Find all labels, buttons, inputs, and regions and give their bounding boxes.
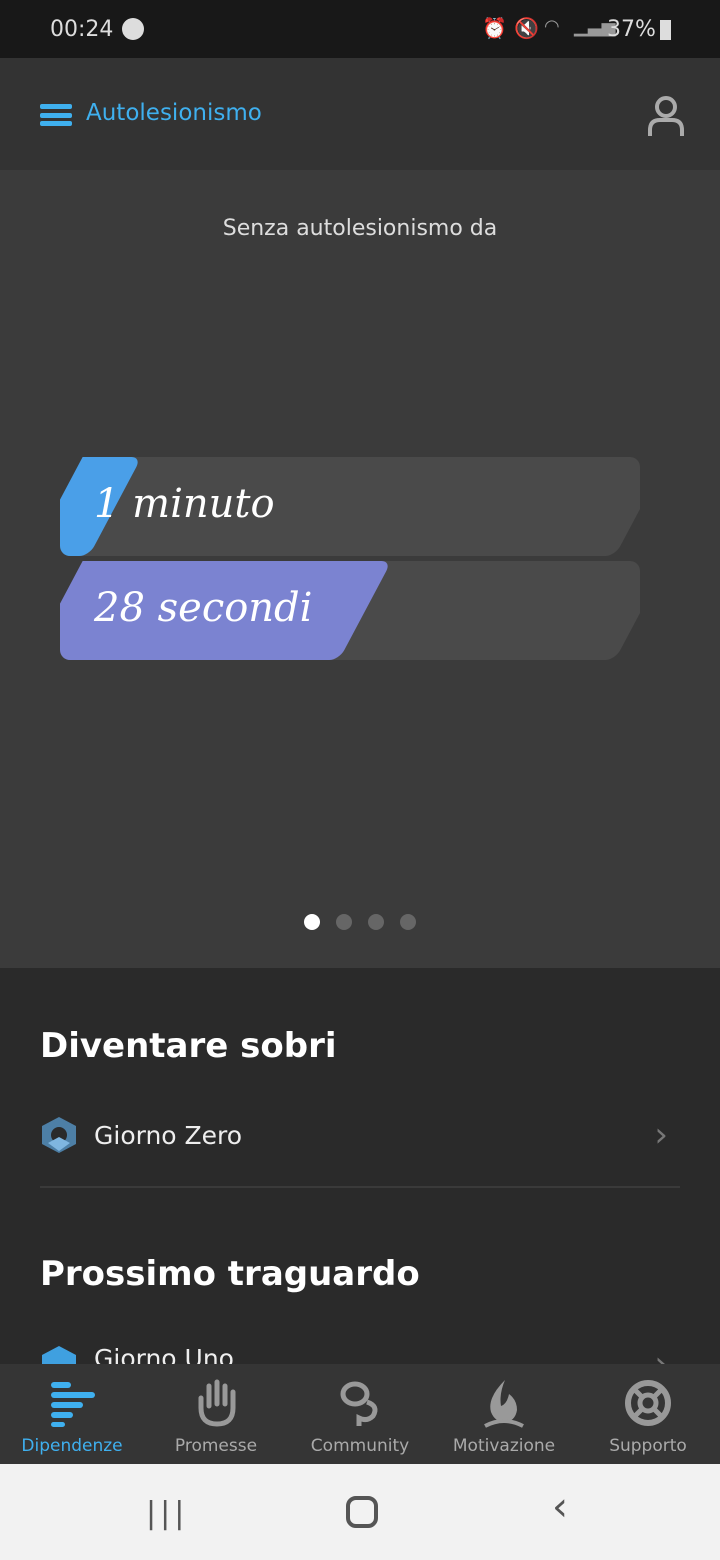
- page-dot[interactable]: [400, 914, 416, 930]
- page-dot-active[interactable]: [304, 914, 320, 930]
- system-nav-bar: ||| ‹: [0, 1464, 720, 1560]
- bottom-nav: Dipendenze Promesse Community Motivazion…: [0, 1364, 720, 1464]
- hand-icon: [198, 1379, 236, 1427]
- tab-motivazione[interactable]: Motivazione: [432, 1364, 576, 1464]
- seconds-counter: 28 secondi: [60, 561, 640, 660]
- milestone-icon: [42, 1346, 76, 1364]
- tab-supporto[interactable]: Supporto: [576, 1364, 720, 1464]
- tab-promesse[interactable]: Promesse: [144, 1364, 288, 1464]
- app-title[interactable]: Autolesionismo: [86, 100, 262, 126]
- section-title: Prossimo traguardo: [40, 1254, 420, 1294]
- chevron-right-icon: ›: [654, 1344, 668, 1364]
- home-button[interactable]: [346, 1496, 378, 1528]
- milestone-icon: [42, 1117, 76, 1153]
- seconds-label: 28 secondi: [94, 585, 313, 631]
- battery-icon: [660, 20, 671, 40]
- milestone-row-giorno-uno[interactable]: Giorno Uno ›: [40, 1330, 680, 1364]
- page-dot[interactable]: [368, 914, 384, 930]
- back-button[interactable]: ‹: [552, 1484, 568, 1530]
- chevron-right-icon: ›: [654, 1115, 668, 1155]
- profile-icon[interactable]: [646, 94, 686, 138]
- mute-icon: 🔇: [514, 16, 539, 40]
- battery-percent: 37%: [607, 17, 656, 42]
- milestone-label: Giorno Zero: [94, 1120, 243, 1150]
- page-dot[interactable]: [336, 914, 352, 930]
- alarm-icon: ⏰: [482, 16, 507, 40]
- streak-caption: Senza autolesionismo da: [222, 216, 498, 241]
- section-title: Diventare sobri: [40, 1026, 337, 1066]
- minutes-counter: 1 minuto: [60, 457, 640, 556]
- status-bar: 00:24 ⏰ 🔇 ◠ ▁▃▅ 37%: [0, 0, 720, 58]
- minutes-label: 1 minuto: [94, 481, 275, 527]
- milestone-label: Giorno Uno: [94, 1344, 234, 1364]
- milestone-row-giorno-zero[interactable]: Giorno Zero ›: [40, 1100, 680, 1170]
- app-bar: Autolesionismo: [0, 58, 720, 170]
- divider: [40, 1186, 680, 1188]
- tab-community[interactable]: Community: [288, 1364, 432, 1464]
- status-time: 00:24: [50, 17, 114, 42]
- spotify-icon: [122, 18, 144, 40]
- flame-icon: [484, 1380, 524, 1428]
- lifebuoy-icon: [625, 1380, 671, 1426]
- chat-icon: [340, 1381, 378, 1426]
- wifi-icon: ◠: [544, 16, 560, 37]
- tab-dipendenze[interactable]: Dipendenze: [0, 1364, 144, 1464]
- bars-icon: [51, 1382, 95, 1427]
- menu-icon[interactable]: [40, 104, 72, 126]
- recents-button[interactable]: |||: [146, 1496, 188, 1531]
